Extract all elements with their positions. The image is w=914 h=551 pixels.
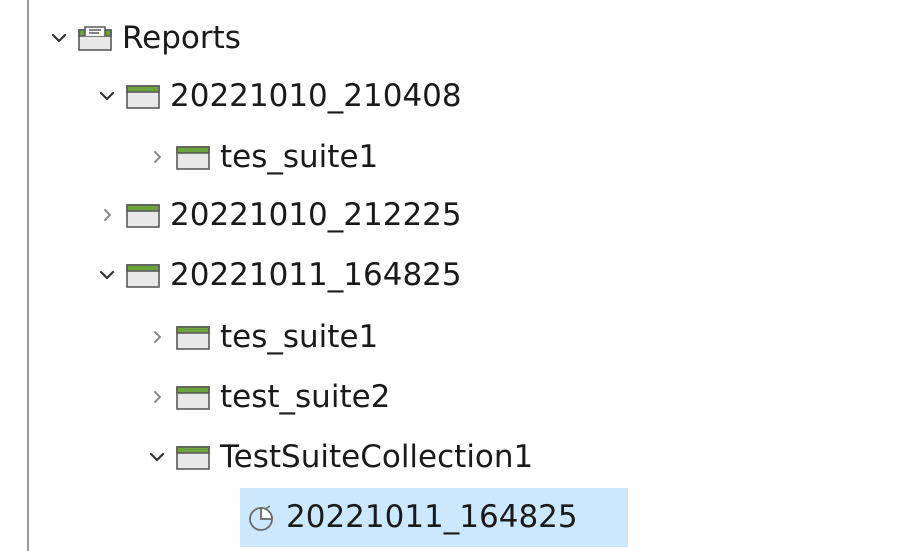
tree-item-label: test_suite2 bbox=[220, 378, 391, 415]
tree-item-tes-suite1[interactable]: tes_suite1 bbox=[144, 130, 378, 184]
folder-icon bbox=[174, 442, 212, 472]
tree-item-tes-suite1[interactable]: tes_suite1 bbox=[144, 310, 378, 364]
chevron-right-icon[interactable] bbox=[144, 384, 170, 410]
folder-icon bbox=[124, 81, 162, 111]
tree-item-label: tes_suite1 bbox=[220, 138, 379, 175]
tree-item-label: 20221011_164825 bbox=[170, 256, 462, 293]
folder-icon bbox=[124, 200, 162, 230]
reports-tree: Reports 20221010_210408 tes_suite1 20221… bbox=[0, 0, 914, 551]
tree-item-run-20221011-164825[interactable]: 20221011_164825 bbox=[240, 488, 628, 547]
tree-item-label: 20221011_164825 bbox=[286, 499, 578, 535]
tree-item-reports[interactable]: Reports bbox=[46, 11, 241, 65]
chevron-right-icon[interactable] bbox=[94, 202, 120, 228]
tree-item-report-20221011-164825[interactable]: 20221011_164825 bbox=[94, 248, 462, 302]
folder-icon bbox=[174, 322, 212, 352]
folder-icon bbox=[174, 382, 212, 412]
tree-item-label: 20221010_210408 bbox=[170, 77, 462, 114]
folder-icon bbox=[124, 260, 162, 290]
reports-folder-icon bbox=[76, 23, 114, 53]
chevron-right-icon[interactable] bbox=[144, 144, 170, 170]
tree-item-testsuitecollection1[interactable]: TestSuiteCollection1 bbox=[144, 430, 533, 484]
chevron-down-icon[interactable] bbox=[144, 444, 170, 470]
report-explorer: Reports 20221010_210408 tes_suite1 20221… bbox=[0, 0, 914, 551]
folder-icon bbox=[174, 142, 212, 172]
tree-item-label: Reports bbox=[122, 19, 241, 56]
tree-item-test-suite2[interactable]: test_suite2 bbox=[144, 370, 390, 424]
tree-item-label: tes_suite1 bbox=[220, 318, 379, 355]
tree-item-report-20221010-210408[interactable]: 20221010_210408 bbox=[94, 69, 462, 123]
chevron-right-icon[interactable] bbox=[144, 324, 170, 350]
chevron-down-icon[interactable] bbox=[94, 262, 120, 288]
tree-item-report-20221010-212225[interactable]: 20221010_212225 bbox=[94, 188, 462, 242]
tree-item-label: TestSuiteCollection1 bbox=[220, 438, 534, 475]
report-run-icon bbox=[242, 503, 280, 533]
chevron-down-icon[interactable] bbox=[94, 83, 120, 109]
chevron-down-icon[interactable] bbox=[46, 25, 72, 51]
tree-item-label: 20221010_212225 bbox=[170, 196, 462, 233]
